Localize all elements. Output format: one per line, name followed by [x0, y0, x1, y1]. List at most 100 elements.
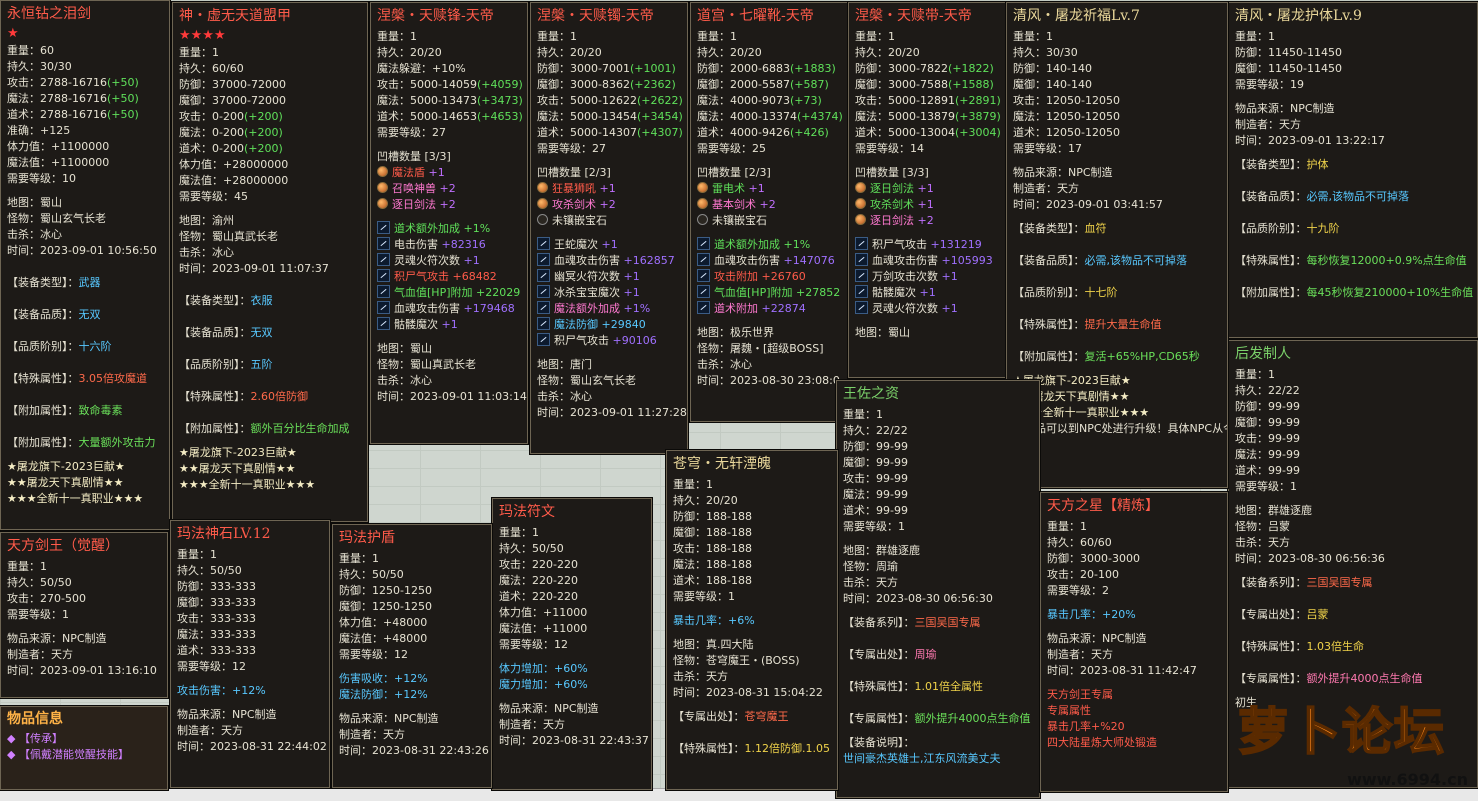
stat-label: 魔御： — [855, 78, 888, 91]
stat-row: 体力值：+48000 — [339, 615, 485, 631]
gem-bonus-value: +29840 — [598, 318, 646, 331]
gem-bonus-row: 道术附加 +22874 — [697, 301, 841, 317]
stat-row: 防御：140-140 — [1013, 61, 1221, 77]
item-title: 苍穹・无轩湮魄 — [673, 456, 771, 472]
tooltip-kings-aide: 王佐之资 重量：1 持久：22/22 防御：99-99 魔御：99-99 攻击：99-9… — [836, 380, 1040, 798]
attribute-tag: 【装备类型】：衣服 — [179, 285, 361, 317]
stat-label: 制造者： — [499, 718, 543, 731]
socket-skill: 逐日剑法 — [392, 198, 436, 211]
gem-bonus-label: 冰杀宝宝魔次 — [554, 286, 620, 299]
stat-label: 体力值： — [499, 606, 543, 619]
stat-value: 1 — [570, 30, 577, 43]
stat-row: 需要等级：17 — [1013, 141, 1221, 157]
stat-bonus: (+4307) — [636, 126, 683, 139]
gem-bonus-row: 万剑攻击次数 +1 — [855, 269, 999, 285]
stat-label: 重量： — [1235, 30, 1268, 43]
stat-row: 制造者：天方 — [339, 727, 485, 743]
exclusive-line: 专属属性 — [1047, 704, 1091, 717]
stat-value: 周瑜 — [876, 560, 898, 573]
stat-label: 需要等级： — [697, 142, 752, 155]
socket-level: +2 — [914, 214, 934, 227]
sword-icon — [855, 253, 868, 266]
item-title: 清风・屠龙祈福Lv.7 — [1013, 8, 1140, 24]
socket-level: +2 — [436, 182, 456, 195]
stat-value: 60 — [40, 44, 54, 57]
tag-value: 必需,该物品不可掉落 — [1306, 190, 1410, 203]
stat-row: 击杀：冰心 — [179, 245, 361, 261]
socket-skill: 逐日剑法 — [870, 214, 914, 227]
tag-label: 【附加属性】： — [179, 422, 251, 435]
stat-value: 1 — [876, 408, 883, 421]
stat-label: 时间： — [7, 664, 40, 677]
stat-label: 魔法值： — [179, 174, 223, 187]
tag-label: 【专属出处】： — [1235, 608, 1307, 621]
stat-value: 1 — [730, 30, 737, 43]
sword-icon — [377, 317, 390, 330]
stat-label: 防御： — [1013, 62, 1046, 75]
tag-value: 十七阶 — [1084, 286, 1118, 299]
tag-label: 【品质阶别】： — [1235, 222, 1307, 235]
stat-label: 物品来源： — [499, 702, 554, 715]
tag-label: 【专属出处】： — [673, 710, 745, 723]
stat-value: 1 — [62, 608, 69, 621]
stat-row: 攻击：2788-16716(+50) — [7, 75, 163, 91]
stat-value: 2023-08-31 11:42:47 — [1080, 664, 1197, 677]
tag-value: 提升大量生命值 — [1084, 318, 1162, 331]
tag-value: 十九阶 — [1306, 222, 1340, 235]
sword-icon — [697, 253, 710, 266]
stat-value: 天方 — [876, 576, 898, 589]
stat-row: 怪物：吕蒙 — [1235, 519, 1471, 535]
stat-label: 防御： — [1235, 400, 1268, 413]
stat-row: 体力值：+28000000 — [179, 157, 361, 173]
socket-row: 狂暴狮吼 +1 — [537, 181, 681, 197]
attribute-tag: 【特殊属性】：每秒恢复12000+0.9%点生命值 — [1235, 245, 1471, 277]
stat-label: 制造者： — [1235, 118, 1279, 131]
stat-row: 怪物：蜀山玄气长老 — [7, 211, 163, 227]
stat-row: 地图：蜀山 — [377, 341, 521, 357]
stat-bonus: (+587) — [789, 78, 829, 91]
item-title: 后发制人 — [1235, 346, 1291, 362]
stat-label: 防御： — [537, 62, 570, 75]
stat-value: 50/50 — [372, 568, 404, 581]
stat-value: +1100000 — [51, 156, 110, 169]
stat-label: 时间： — [1235, 552, 1268, 565]
socket-level: +1 — [745, 182, 765, 195]
stat-label: 怪物： — [7, 212, 40, 225]
stat-label: 魔法： — [843, 488, 876, 501]
stat-label: 道术： — [697, 126, 730, 139]
promo-line: ★★★全新十一真职业★★★ — [179, 478, 316, 491]
gem-bonus-label: 魔法防御 — [554, 318, 598, 331]
stat-value: 4000-9426 — [730, 126, 790, 139]
stat-row: 时间：2023-09-01 11:07:37 — [179, 261, 361, 277]
stat-bonus: (+50) — [106, 76, 139, 89]
stat-label: 魔御： — [1013, 78, 1046, 91]
gem-bonus-label: 积尸气攻击 — [872, 238, 927, 251]
stat-value: 25 — [752, 142, 766, 155]
stat-value: 99-99 — [1268, 416, 1300, 429]
socket-gem-icon — [697, 182, 708, 193]
stat-row: 持久：60/60 — [1047, 535, 1221, 551]
stat-value: 99-99 — [876, 488, 908, 501]
stat-value: 11450-11450 — [1268, 46, 1342, 59]
stat-value: 19 — [1290, 78, 1304, 91]
tag-label: 【装备类型】： — [7, 276, 79, 289]
stat-label: 需要等级： — [177, 660, 232, 673]
stat-value: 1 — [40, 560, 47, 573]
tag-value: 无双 — [78, 308, 101, 321]
stat-value: +28000000 — [223, 174, 289, 187]
stat-row: 制造者：天方 — [1013, 181, 1221, 197]
stat-label: 地图： — [673, 638, 706, 651]
stat-value: 2000-5587 — [730, 78, 790, 91]
gem-bonus-row: 血魂攻击伤害 +105993 — [855, 253, 999, 269]
stat-label: 道术： — [179, 142, 212, 155]
stat-label: 持久： — [1047, 536, 1080, 549]
stat-value: 99-99 — [876, 456, 908, 469]
gem-bonus-row: 魔法防御 +29840 — [537, 317, 681, 333]
stat-value: 1 — [1290, 480, 1297, 493]
stat-row: 准确：+125 — [7, 123, 163, 139]
extra-value: +20% — [1102, 608, 1136, 621]
stat-value: 20/20 — [410, 46, 442, 59]
stat-label: 体力值： — [7, 140, 51, 153]
gem-bonus-row: 灵魂火符次数 +1 — [855, 301, 999, 317]
stat-row: 持久：20/20 — [697, 45, 841, 61]
